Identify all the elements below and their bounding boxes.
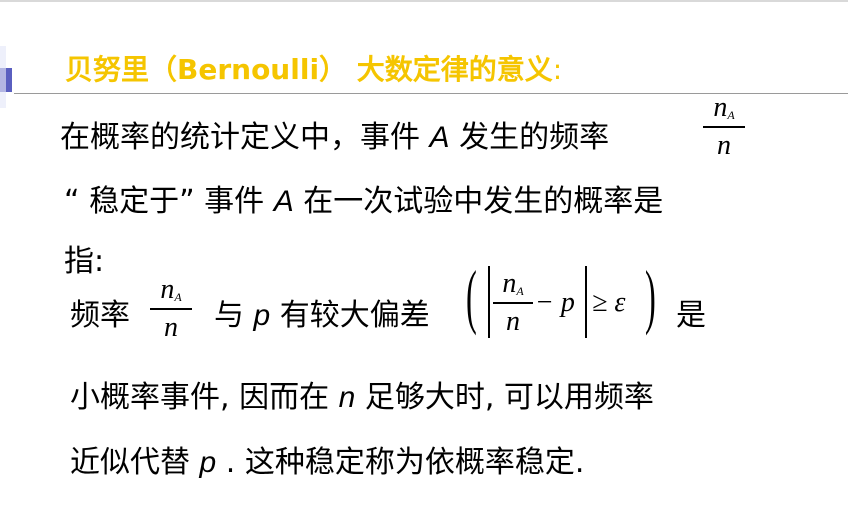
fraction-na-over-n-3: nA n xyxy=(493,270,533,336)
line4-text-b: 与 xyxy=(214,298,254,333)
abs-bar-left xyxy=(488,266,490,338)
line2-text-b: 在一次试验中发生的概率是 xyxy=(293,184,664,219)
line4-text-d: 是 xyxy=(676,298,706,333)
frac1-numerator: n xyxy=(713,92,728,123)
line5-text: 小概率事件, 因而在 xyxy=(70,380,339,415)
text-line-6: 近似代替 p . 这种稳定称为依概率稳定. xyxy=(70,437,584,481)
fraction-na-over-n-1: nA n xyxy=(703,94,745,160)
frac3-numerator: n xyxy=(502,268,517,299)
line6-var-p: p xyxy=(199,446,217,479)
right-paren: ) xyxy=(645,256,656,336)
line4-var-p: p xyxy=(253,299,271,332)
minus-p: − p xyxy=(535,287,575,318)
frac1-denominator: n xyxy=(717,130,731,161)
line4-text-c: 有较大偏差 xyxy=(270,298,430,333)
slide-title: 贝努里（Bernoulli） 大数定律的意义: xyxy=(65,48,562,88)
line2-var-a: A xyxy=(273,185,294,218)
frac3-denominator: n xyxy=(506,306,520,337)
frac2-subscript: A xyxy=(174,290,182,304)
left-paren: ( xyxy=(466,256,477,336)
line4-text: 频率 xyxy=(70,298,130,333)
line4-middle: 与 p 有较大偏差 xyxy=(214,290,430,334)
line1-text-b: 发生的频率 xyxy=(449,120,610,155)
abs-bar-right xyxy=(585,266,587,338)
frac2-numerator: n xyxy=(160,274,175,305)
line5-var-n: n xyxy=(338,381,356,414)
text-line-2: “ 稳定于” 事件 A 在一次试验中发生的概率是 xyxy=(64,176,663,220)
frac3-subscript: A xyxy=(516,284,524,298)
slide-title-colon: : xyxy=(552,53,563,86)
ge-epsilon: ≥ ε xyxy=(592,287,626,318)
text-line-3: 指: xyxy=(64,244,105,279)
line6-text-b: . 这种稳定称为依概率稳定. xyxy=(216,445,585,480)
line2-text: “ 稳定于” 事件 xyxy=(64,184,274,219)
slide-title-text: 贝努里（Bernoulli） 大数定律的意义 xyxy=(65,53,553,86)
frac2-denominator: n xyxy=(164,312,178,343)
line6-text: 近似代替 xyxy=(70,445,200,480)
line5-text-b: 足够大时, 可以用频率 xyxy=(355,380,654,415)
text-line-5: 小概率事件, 因而在 n 足够大时, 可以用频率 xyxy=(70,372,654,416)
line1-text: 在概率的统计定义中，事件 xyxy=(60,120,430,155)
line1-var-a: A xyxy=(429,121,450,154)
text-line-1: 在概率的统计定义中，事件 A 发生的频率 xyxy=(60,112,609,156)
frac1-subscript: A xyxy=(727,108,735,122)
fraction-na-over-n-2: nA n xyxy=(150,276,192,342)
top-border xyxy=(0,0,848,2)
